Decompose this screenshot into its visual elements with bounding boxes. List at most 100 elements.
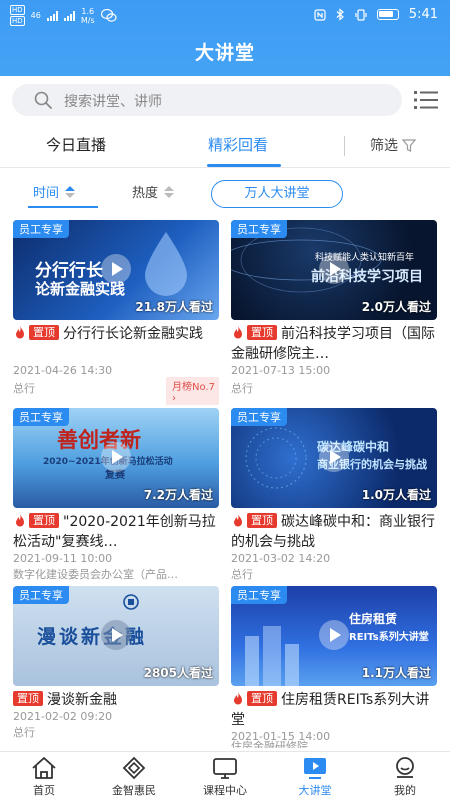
monitor-icon bbox=[213, 758, 237, 779]
staff-only-badge: 员工专享 bbox=[13, 220, 69, 238]
tab-replay[interactable]: 精彩回看 bbox=[208, 134, 268, 155]
list-menu-icon[interactable] bbox=[414, 90, 438, 110]
lecture-card[interactable]: 善创者新 2020~2021年创新马拉松活动 复赛 员工专享 7.2万人看过 置… bbox=[13, 408, 219, 581]
play-icon[interactable] bbox=[101, 442, 131, 472]
tab-today-live[interactable]: 今日直播 bbox=[46, 134, 106, 155]
lecture-thumbnail[interactable]: 分行行长 论新金融实践 员工专享 21.8万人看过 bbox=[13, 220, 219, 320]
tab-active-indicator bbox=[207, 164, 281, 167]
lecture-title-text: 分行行长论新金融实践 bbox=[63, 326, 203, 342]
lecture-org: 总行 bbox=[231, 382, 253, 395]
search-input[interactable]: 搜索讲堂、讲师 bbox=[12, 84, 402, 116]
view-count: 21.8万人看过 bbox=[135, 300, 213, 314]
search-row: 搜索讲堂、讲师 bbox=[0, 76, 450, 124]
tab-bar: 今日直播 精彩回看 筛选 bbox=[0, 124, 450, 168]
lecture-title-text: 漫谈新金融 bbox=[47, 692, 117, 708]
staff-only-badge: 员工专享 bbox=[231, 220, 287, 238]
tab-divider bbox=[344, 136, 345, 156]
staff-only-badge: 员工专享 bbox=[231, 408, 287, 426]
sort-arrows-icon bbox=[164, 185, 175, 198]
lecture-org: 总行 bbox=[13, 382, 35, 395]
pinned-badge: 置顶 bbox=[13, 691, 43, 706]
fire-icon bbox=[234, 514, 242, 527]
fire-icon bbox=[16, 514, 24, 527]
lecture-thumbnail[interactable]: 善创者新 2020~2021年创新马拉松活动 复赛 员工专享 7.2万人看过 bbox=[13, 408, 219, 508]
view-count: 2805人看过 bbox=[143, 666, 213, 680]
search-placeholder: 搜索讲堂、讲师 bbox=[64, 94, 162, 110]
lecture-title: 置顶 漫谈新金融 bbox=[13, 690, 219, 710]
sort-heat-label: 热度 bbox=[132, 186, 159, 201]
nav-course-center[interactable]: 课程中心 bbox=[187, 756, 263, 798]
lecture-thumbnail[interactable]: 住房租赁 REITs系列大讲堂 员工专享 1.1万人看过 bbox=[231, 586, 437, 686]
sort-row: 时间 热度 万人大讲堂 bbox=[0, 168, 450, 216]
lecture-date: 2021-07-13 15:00 bbox=[231, 364, 331, 377]
lecture-card[interactable]: 分行行长 论新金融实践 员工专享 21.8万人看过 置顶 分行行长论新金融实践 2… bbox=[13, 220, 219, 405]
filter-button[interactable]: 筛选 bbox=[370, 135, 416, 155]
thumb-subtitle: REITs系列大讲堂 bbox=[349, 632, 429, 643]
play-screen-icon bbox=[304, 758, 326, 779]
nav-jinzhi-label: 金智惠民 bbox=[112, 784, 156, 797]
bottom-nav: 首页 金智惠民 课程中心 大讲堂 我的 bbox=[0, 751, 450, 800]
play-icon[interactable] bbox=[101, 620, 131, 650]
pinned-badge: 置顶 bbox=[29, 513, 59, 528]
filter-label: 筛选 bbox=[370, 138, 398, 154]
thumb-title: 住房租赁 bbox=[349, 612, 398, 626]
pinned-badge: 置顶 bbox=[247, 691, 277, 706]
staff-only-badge: 员工专享 bbox=[231, 586, 287, 604]
pinned-badge: 置顶 bbox=[247, 325, 277, 340]
status-time: 5:41 bbox=[408, 7, 438, 22]
sort-time-label: 时间 bbox=[33, 186, 60, 201]
battery-icon bbox=[376, 9, 399, 20]
top-header: HD HD 46 1.6 M/s 5:41 大讲堂 bbox=[0, 0, 450, 76]
lecture-title: 置顶 碳达峰碳中和：商业银行的机会与挑战 bbox=[231, 512, 437, 552]
globe-dots-graphic bbox=[245, 427, 307, 489]
vibrate-icon bbox=[355, 8, 367, 21]
nav-big-lecture[interactable]: 大讲堂 bbox=[277, 756, 353, 798]
lecture-date: 2021-09-11 10:00 bbox=[13, 552, 113, 565]
net-speed: 1.6 bbox=[81, 6, 95, 16]
lecture-thumbnail[interactable]: 漫谈新金融 员工专享 2805人看过 bbox=[13, 586, 219, 686]
lecture-org: 总行 bbox=[13, 726, 35, 739]
chip-big-lecture[interactable]: 万人大讲堂 bbox=[211, 180, 343, 208]
lecture-date: 2021-02-02 09:20 bbox=[13, 710, 113, 723]
status-bar: HD HD 46 1.6 M/s 5:41 bbox=[0, 0, 450, 30]
search-icon bbox=[34, 91, 52, 109]
pinned-badge: 置顶 bbox=[29, 325, 59, 340]
profile-icon bbox=[396, 757, 414, 778]
play-icon[interactable] bbox=[319, 254, 349, 284]
monthly-rank-badge[interactable]: 月榜No.7 › bbox=[166, 377, 219, 405]
signal-icon bbox=[63, 10, 75, 21]
lecture-title: 置顶 分行行长论新金融实践 bbox=[13, 324, 219, 344]
fire-icon bbox=[234, 692, 242, 705]
lecture-org: 总行 bbox=[231, 568, 253, 581]
nav-home-label: 首页 bbox=[33, 784, 55, 797]
sort-by-heat[interactable]: 热度 bbox=[132, 182, 175, 201]
play-icon[interactable] bbox=[319, 442, 349, 472]
lecture-date: 2021-04-26 14:30 bbox=[13, 364, 113, 377]
lecture-date: 2021-03-02 14:20 bbox=[231, 552, 331, 565]
lecture-card[interactable]: 住房租赁 REITs系列大讲堂 员工专享 1.1万人看过 置顶 住房租赁REITs… bbox=[231, 586, 437, 748]
nav-home[interactable]: 首页 bbox=[6, 756, 82, 798]
view-count: 7.2万人看过 bbox=[143, 488, 213, 502]
view-count: 1.0万人看过 bbox=[361, 488, 431, 502]
home-icon bbox=[32, 757, 56, 779]
sort-by-time[interactable]: 时间 bbox=[33, 182, 76, 201]
lecture-card[interactable]: 碳达峰碳中和 商业银行的机会与挑战 员工专享 1.0万人看过 置顶 碳达峰碳中和：… bbox=[231, 408, 437, 581]
lecture-card[interactable]: 科技赋能人类认知新百年 前沿科技学习项目 员工专享 2.0万人看过 置顶 前沿科技… bbox=[231, 220, 437, 396]
play-icon[interactable] bbox=[319, 620, 349, 650]
lecture-title: 置顶 住房租赁REITs系列大讲堂 bbox=[231, 690, 437, 730]
lecture-thumbnail[interactable]: 科技赋能人类认知新百年 前沿科技学习项目 员工专享 2.0万人看过 bbox=[231, 220, 437, 320]
lecture-card[interactable]: 漫谈新金融 员工专享 2805人看过 置顶 漫谈新金融 2021-02-02 09… bbox=[13, 586, 219, 746]
view-count: 2.0万人看过 bbox=[361, 300, 431, 314]
nav-profile-label: 我的 bbox=[394, 784, 416, 797]
lecture-title: 置顶 前沿科技学习项目（国际金融研修院主… bbox=[231, 324, 437, 364]
knot-icon bbox=[122, 756, 146, 780]
page-title: 大讲堂 bbox=[194, 42, 255, 64]
fire-icon bbox=[234, 326, 242, 339]
nav-jinzhi[interactable]: 金智惠民 bbox=[96, 756, 172, 798]
nav-big-lecture-label: 大讲堂 bbox=[298, 784, 332, 797]
water-drop-graphic bbox=[145, 232, 187, 296]
play-icon[interactable] bbox=[101, 254, 131, 284]
nav-profile[interactable]: 我的 bbox=[367, 756, 443, 798]
lecture-thumbnail[interactable]: 碳达峰碳中和 商业银行的机会与挑战 员工专享 1.0万人看过 bbox=[231, 408, 437, 508]
staff-only-badge: 员工专享 bbox=[13, 408, 69, 426]
